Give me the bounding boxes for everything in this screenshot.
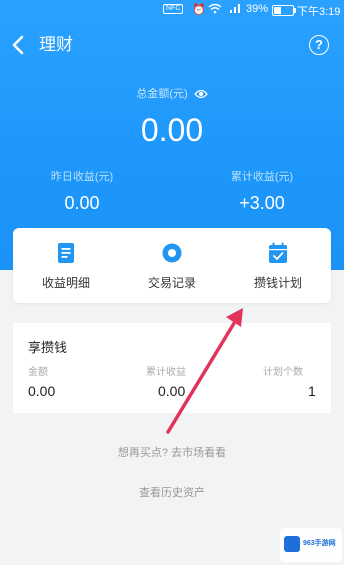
battery-icon (272, 5, 296, 16)
savings-plan-button[interactable]: 攒钱计划 (225, 228, 331, 303)
signal-icon (230, 4, 240, 13)
question-circle-icon: ? (315, 37, 323, 52)
yesterday-earnings-label: 昨日收益(元) (50, 171, 114, 183)
page-title: 理财 (39, 35, 73, 54)
amount-value: 0.00 (28, 383, 56, 399)
battery-percent: 39% (246, 3, 269, 15)
clock: 下午3:19 (297, 6, 341, 18)
shortcut-label: 收益明细 (41, 276, 90, 290)
watermark-text: 963手游网 (303, 540, 336, 547)
status-bar: NFC ⏰ 39% 下午3:19 (0, 0, 344, 20)
product-card[interactable]: 享攒钱 金额 0.00 累计收益 0.00 计划个数 1 (13, 323, 331, 413)
shortcut-label: 交易记录 (147, 276, 196, 290)
wifi-icon (208, 3, 222, 14)
record-circle-icon (162, 243, 182, 263)
eye-icon[interactable] (193, 89, 208, 99)
shortcut-label: 攒钱计划 (253, 276, 302, 290)
transaction-records-button[interactable]: 交易记录 (119, 228, 225, 303)
chevron-left-icon[interactable] (8, 34, 28, 56)
watermark-logo-icon (284, 536, 300, 552)
site-watermark-logo: 963手游网 (280, 528, 342, 562)
alarm-icon: ⏰ (192, 4, 206, 16)
cumulative-earnings-label: 累计收益 (146, 367, 186, 378)
plan-count-value: 1 (308, 383, 316, 399)
calendar-check-icon (269, 242, 287, 263)
yesterday-earnings-value: 0.00 (64, 193, 100, 213)
history-assets-link[interactable]: 查看历史资产 (0, 484, 344, 500)
nfc-indicator: NFC (163, 4, 184, 14)
total-amount-label-text: 总金额(元) (136, 88, 188, 100)
earnings-detail-button[interactable]: 收益明细 (13, 228, 119, 303)
cumulative-earnings-value: +3.00 (239, 193, 285, 213)
cumulative-earnings-label: 累计收益(元) (230, 171, 294, 183)
shortcut-card: 收益明细 交易记录 攒钱计划 (13, 228, 331, 303)
total-amount-label: 总金额(元) (0, 85, 344, 101)
help-button[interactable]: ? (309, 35, 329, 55)
cumulative-earnings-value: 0.00 (158, 383, 186, 399)
product-title: 享攒钱 (28, 340, 68, 355)
total-amount-value: 0.00 (140, 112, 204, 148)
go-to-market-link[interactable]: 想再买点? 去市场看看 (0, 444, 344, 460)
document-icon (58, 243, 74, 263)
plan-count-label: 计划个数 (263, 367, 303, 378)
amount-label: 金额 (28, 367, 48, 378)
